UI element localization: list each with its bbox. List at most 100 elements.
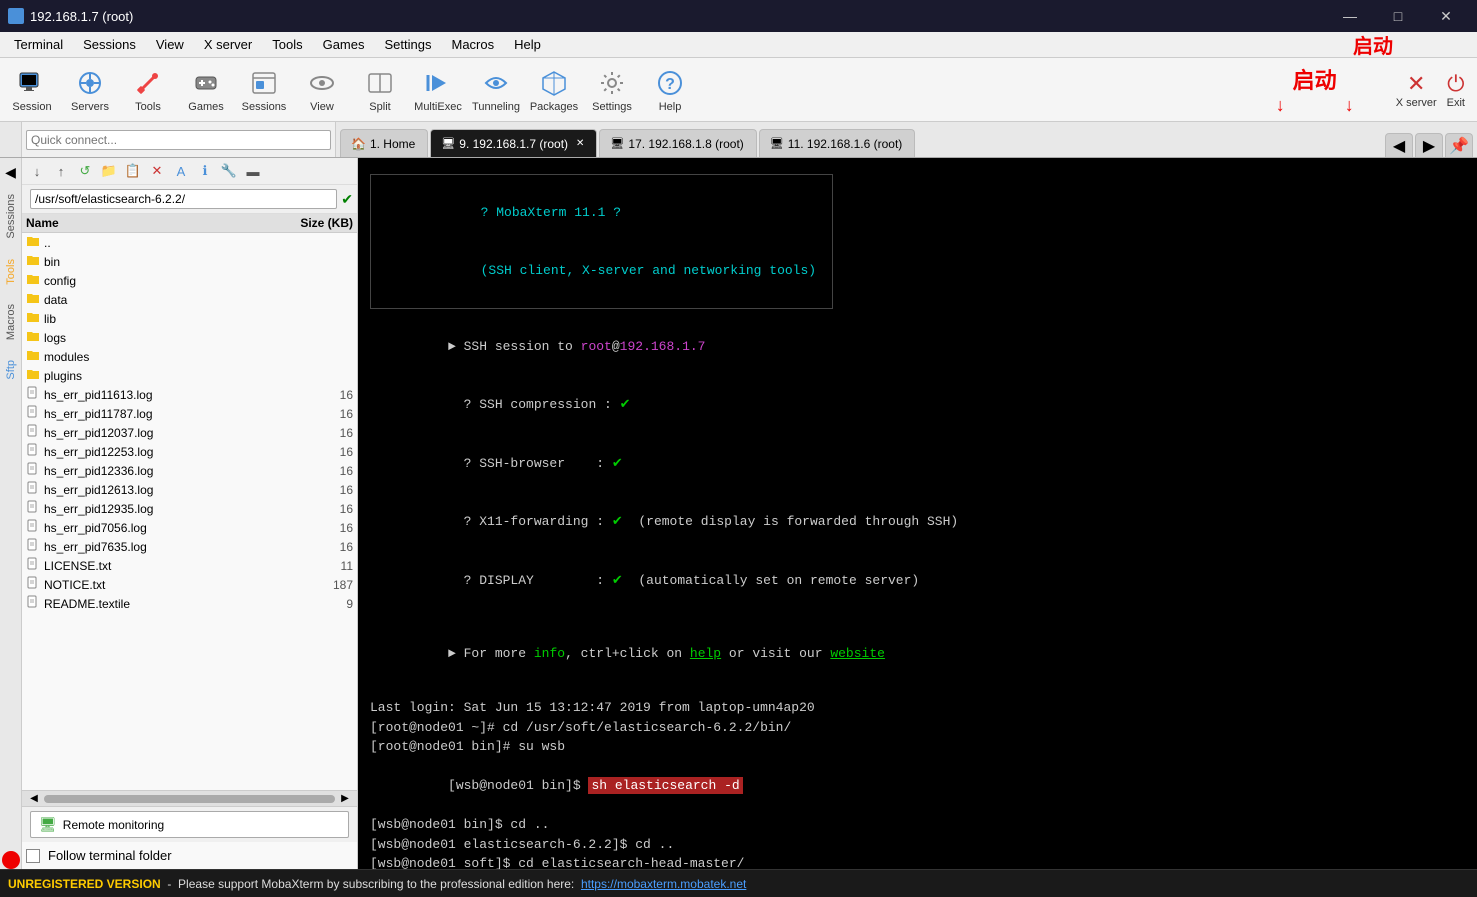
tab-pin[interactable]: 📌	[1445, 133, 1473, 157]
file-tool-delete[interactable]: ✕	[146, 160, 168, 182]
file-list-item[interactable]: ..	[22, 233, 357, 252]
file-list-item[interactable]: hs_err_pid11613.log16	[22, 385, 357, 404]
file-tool-rename[interactable]: A	[170, 160, 192, 182]
file-item-size: 187	[283, 578, 353, 592]
status-link[interactable]: https://mobaxterm.mobatek.net	[581, 877, 746, 891]
ssh-session-line: ► SSH session to root@192.168.1.7	[370, 317, 1465, 376]
file-list-item[interactable]: hs_err_pid7056.log16	[22, 518, 357, 537]
toolbar-tunneling[interactable]: Tunneling	[468, 62, 524, 118]
folder-icon	[26, 272, 40, 289]
multiexec-icon	[422, 67, 454, 99]
file-item-name: plugins	[44, 369, 279, 383]
tab-home[interactable]: 🏠 1. Home	[340, 129, 428, 157]
follow-folder-checkbox[interactable]	[26, 849, 40, 863]
file-list-item[interactable]: hs_err_pid12253.log16	[22, 442, 357, 461]
file-tool-arrow-up[interactable]: ↑	[50, 160, 72, 182]
toolbar-packages[interactable]: Packages	[526, 62, 582, 118]
toolbar-help[interactable]: ? Help	[642, 62, 698, 118]
file-list-item[interactable]: lib	[22, 309, 357, 328]
file-item-name: logs	[44, 331, 279, 345]
toolbar-sessions[interactable]: Sessions	[236, 62, 292, 118]
toolbar-tools[interactable]: Tools	[120, 62, 176, 118]
remote-monitor-button[interactable]: 🖥 Remote monitoring	[30, 811, 349, 838]
menu-xserver[interactable]: X server	[194, 35, 262, 54]
side-tab-sftp[interactable]: Sftp	[3, 352, 19, 388]
toolbar-settings[interactable]: Settings	[584, 62, 640, 118]
minimize-button[interactable]: —	[1327, 0, 1373, 32]
menu-tools[interactable]: Tools	[262, 35, 312, 54]
file-list-item[interactable]: hs_err_pid12613.log16	[22, 480, 357, 499]
toolbar-servers[interactable]: Servers	[62, 62, 118, 118]
app-icon	[8, 8, 24, 24]
file-list-item[interactable]: modules	[22, 347, 357, 366]
file-list-item[interactable]: data	[22, 290, 357, 309]
exit-button[interactable]: ⏻ Exit	[1447, 71, 1465, 109]
xserver-button[interactable]: ✕ X server	[1396, 71, 1437, 109]
scroll-left[interactable]: ◀	[24, 793, 44, 805]
menu-games[interactable]: Games	[313, 35, 375, 54]
maximize-button[interactable]: □	[1375, 0, 1421, 32]
file-tool-refresh[interactable]: ↺	[74, 160, 96, 182]
menu-view[interactable]: View	[146, 35, 194, 54]
tab-192-168-1-8[interactable]: 🖥 17. 192.168.1.8 (root)	[599, 129, 756, 157]
file-list-item[interactable]: config	[22, 271, 357, 290]
terminal-area: ? MobaXterm 11.1 ? (SSH client, X-server…	[358, 158, 1477, 869]
file-tool-copy[interactable]: 📋	[122, 160, 144, 182]
file-icon	[26, 424, 40, 441]
menu-settings[interactable]: Settings	[375, 35, 442, 54]
file-list: ..binconfigdatalib logs modules plugins hs_e…	[22, 233, 357, 790]
side-tab-macros[interactable]: Macros	[3, 296, 19, 348]
file-list-item[interactable]: bin	[22, 252, 357, 271]
menu-macros[interactable]: Macros	[441, 35, 504, 54]
tab-192-168-1-7[interactable]: 🖥 9. 192.168.1.7 (root) ✕	[430, 129, 597, 157]
file-tool-arrow-down[interactable]: ↓	[26, 160, 48, 182]
toolbar-multiexec[interactable]: MultiExec	[410, 62, 466, 118]
file-list-item[interactable]: hs_err_pid12336.log16	[22, 461, 357, 480]
file-tool-info[interactable]: ℹ	[194, 160, 216, 182]
file-tool-pick[interactable]: 🔧	[218, 160, 240, 182]
tab-nav-next[interactable]: ▶	[1415, 133, 1443, 157]
file-list-item[interactable]: logs	[22, 328, 357, 347]
scroll-right[interactable]: ▶	[335, 793, 355, 805]
file-list-item[interactable]: hs_err_pid11787.log16	[22, 404, 357, 423]
file-toolbar: ↓ ↑ ↺ 📁 📋 ✕ A ℹ 🔧 ▬	[22, 158, 357, 185]
close-button[interactable]: ✕	[1423, 0, 1469, 32]
file-list-item[interactable]: hs_err_pid7635.log16	[22, 537, 357, 556]
tab-nav-prev[interactable]: ◀	[1385, 133, 1413, 157]
side-collapse[interactable]: ◀	[1, 162, 21, 182]
display-line: ? DISPLAY : ✔ (automatically set on remo…	[370, 551, 1465, 610]
tab1-close[interactable]: ✕	[576, 138, 584, 149]
info-line1: ? MobaXterm 11.1 ?	[387, 183, 816, 242]
file-list-item[interactable]: plugins	[22, 366, 357, 385]
menu-help[interactable]: Help	[504, 35, 551, 54]
home-tab-icon: 🏠	[351, 137, 366, 151]
toolbar-split[interactable]: Split	[352, 62, 408, 118]
title-bar-left: 192.168.1.7 (root)	[8, 8, 133, 24]
file-item-size: 16	[283, 464, 353, 478]
side-tab-sessions[interactable]: Sessions	[3, 186, 19, 247]
scroll-thumb[interactable]	[44, 795, 335, 803]
side-tab-tools[interactable]: Tools	[3, 251, 19, 293]
info-line2: (SSH client, X-server and networking too…	[387, 242, 816, 301]
folder-icon	[26, 291, 40, 308]
file-item-name: hs_err_pid12613.log	[44, 483, 279, 497]
toolbar-view[interactable]: View	[294, 62, 350, 118]
tab-192-168-1-6[interactable]: 🖥 11. 192.168.1.6 (root)	[759, 129, 916, 157]
file-icon	[26, 386, 40, 403]
file-tool-menu[interactable]: ▬	[242, 160, 264, 182]
file-list-item[interactable]: hs_err_pid12037.log16	[22, 423, 357, 442]
path-bar[interactable]: /usr/soft/elasticsearch-6.2.2/	[30, 189, 337, 209]
toolbar-games[interactable]: Games	[178, 62, 234, 118]
file-list-item[interactable]: NOTICE.txt187	[22, 575, 357, 594]
file-list-item[interactable]: LICENSE.txt11	[22, 556, 357, 575]
menu-sessions[interactable]: Sessions	[73, 35, 146, 54]
quick-connect-input[interactable]	[26, 130, 331, 150]
file-tool-newfolder[interactable]: 📁	[98, 160, 120, 182]
file-scroll[interactable]: ◀ ▶	[22, 790, 357, 806]
toolbar-session[interactable]: Session	[4, 62, 60, 118]
file-icon	[26, 481, 40, 498]
file-list-item[interactable]: hs_err_pid12935.log16	[22, 499, 357, 518]
menu-terminal[interactable]: Terminal	[4, 35, 73, 54]
file-list-item[interactable]: README.textile9	[22, 594, 357, 613]
folder-icon	[26, 367, 40, 384]
